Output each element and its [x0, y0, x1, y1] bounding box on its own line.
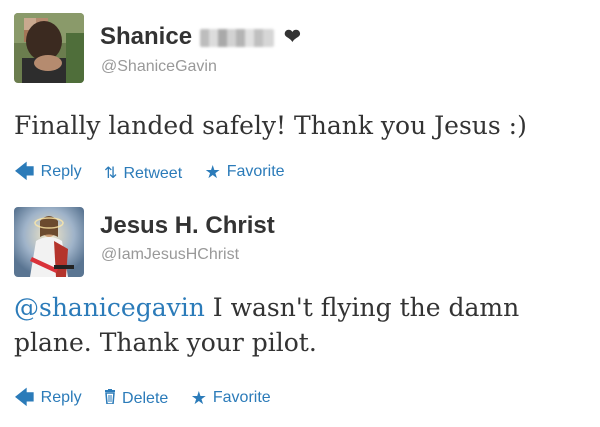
tweet-actions: 🡄 Reply ⇅ Retweet ★ Favorite — [14, 162, 303, 183]
reply-icon: 🡄 — [14, 161, 35, 183]
avatar-jesus[interactable] — [14, 207, 84, 277]
author-name-text: Shanice — [100, 23, 193, 50]
delete-button[interactable]: Delete — [104, 389, 168, 408]
avatar-shanice-image — [14, 13, 84, 83]
favorite-label: Favorite — [212, 389, 271, 406]
reply-button[interactable]: 🡄 Reply — [14, 162, 82, 182]
retweet-button[interactable]: ⇅ Retweet — [104, 165, 182, 183]
retweet-label: Retweet — [123, 165, 183, 182]
reply-button[interactable]: 🡄 Reply — [14, 388, 82, 408]
avatar-jesus-image — [14, 207, 84, 277]
author-handle[interactable]: @IamJesusHChrist — [101, 246, 239, 264]
favorite-icon: ★ — [204, 162, 221, 182]
delete-label: Delete — [122, 389, 169, 407]
author-name-text: Jesus H. Christ — [100, 212, 275, 239]
favorite-button[interactable]: ★ Favorite — [191, 389, 271, 407]
retweet-icon: ⇅ — [104, 165, 118, 182]
reply-label: Reply — [40, 389, 82, 406]
tweet-text: Finally landed safely! Thank you Jesus :… — [14, 111, 527, 140]
tweet-text: @shanicegavin I wasn't flying the damn p… — [14, 290, 589, 360]
tweet-actions: 🡄 Reply Delete ★ Favorite — [14, 388, 289, 409]
heart-icon: ❤ — [284, 26, 301, 49]
reply-label: Reply — [40, 163, 82, 180]
author-name[interactable]: Shanice ❤ — [100, 23, 301, 51]
favorite-icon: ★ — [190, 388, 207, 408]
author-handle[interactable]: @ShaniceGavin — [101, 58, 217, 76]
tweet-2: Jesus H. Christ @IamJesusHChrist @shanic… — [0, 200, 600, 427]
avatar-shanice[interactable] — [14, 13, 84, 83]
reply-icon: 🡄 — [14, 387, 35, 409]
author-name[interactable]: Jesus H. Christ — [100, 212, 275, 240]
delete-icon — [104, 389, 116, 408]
favorite-button[interactable]: ★ Favorite — [205, 163, 285, 181]
mention-link[interactable]: @shanicegavin — [14, 293, 205, 322]
favorite-label: Favorite — [226, 163, 285, 180]
tweet-1: Shanice ❤ @ShaniceGavin Finally landed sa… — [0, 0, 600, 200]
redacted-surname — [200, 28, 275, 47]
